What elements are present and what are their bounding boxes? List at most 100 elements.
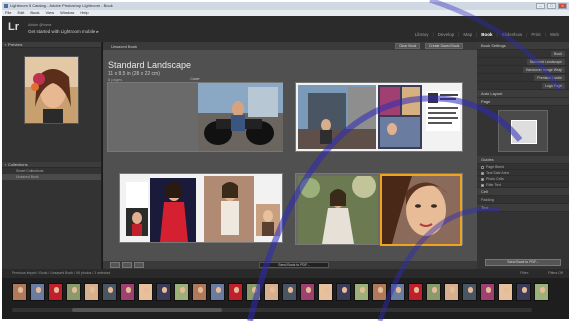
module-slideshow[interactable]: Slideshow — [502, 32, 523, 37]
scrollbar-knob[interactable] — [72, 308, 222, 312]
auto-layout-header[interactable]: Auto Layout — [477, 90, 569, 98]
send-book-to-pdf-button[interactable]: Send Book to PDF... — [485, 259, 561, 266]
filmstrip-thumbnail[interactable] — [426, 283, 441, 301]
collage-photo — [378, 85, 422, 149]
clear-book-button[interactable]: Clear Book — [395, 43, 421, 49]
create-saved-book-button[interactable]: Create Saved Book — [425, 43, 464, 49]
tri-down-icon: ▼ — [4, 43, 7, 47]
paper-select[interactable]: Premium Lustre — [534, 75, 565, 81]
page-photo[interactable] — [298, 176, 378, 244]
page-photo[interactable] — [256, 204, 280, 236]
filmstrip-thumbnail[interactable] — [300, 283, 315, 301]
filmstrip-thumbnail[interactable] — [516, 283, 531, 301]
checkbox-icon — [481, 165, 484, 169]
filmstrip-thumbnail[interactable] — [282, 283, 297, 301]
spread-view-icon[interactable] — [122, 262, 132, 268]
cover-label: Cover — [190, 77, 200, 81]
filmstrip-thumbnail[interactable] — [192, 283, 207, 301]
preview-portrait-image — [25, 57, 78, 123]
page-photo[interactable] — [298, 85, 376, 149]
page-photo[interactable] — [150, 178, 196, 242]
cell-header[interactable]: Cell — [477, 188, 569, 196]
filmstrip-thumbnail[interactable] — [498, 283, 513, 301]
filmstrip-thumbnail[interactable] — [444, 283, 459, 301]
filmstrip-thumbnail[interactable] — [354, 283, 369, 301]
book-type-select[interactable]: Book — [551, 51, 565, 57]
cover-select[interactable]: Hardcover Image Wrap — [522, 67, 565, 73]
filmstrip-thumbnail[interactable] — [174, 283, 189, 301]
filmstrip-scrollbar[interactable] — [12, 308, 532, 312]
cover-photo[interactable] — [198, 83, 283, 151]
module-web[interactable]: Web — [550, 32, 559, 37]
page-spread[interactable] — [295, 82, 463, 152]
text-page — [426, 91, 460, 131]
book-settings-header[interactable]: Book Settings — [477, 42, 569, 50]
filmstrip-thumbnail[interactable] — [408, 283, 423, 301]
page-header[interactable]: Page — [477, 98, 569, 106]
filmstrip-thumbnail[interactable] — [480, 283, 495, 301]
filmstrip-thumbnail[interactable] — [462, 283, 477, 301]
page-layout-preview[interactable] — [498, 110, 548, 152]
module-separator: | — [496, 32, 498, 37]
filmstrip-thumbnail[interactable] — [210, 283, 225, 301]
grid-view-icon[interactable] — [110, 262, 120, 268]
lightroom-window: Lightroom 5 Catalog - Adobe Photoshop Li… — [2, 2, 569, 319]
thumbnail-figure — [324, 287, 329, 293]
collections-panel: ▼ Collections Smart Collections Unsaved … — [2, 162, 101, 180]
guides-header[interactable]: Guides — [477, 156, 569, 164]
thumbnail-figure — [288, 287, 293, 293]
page-photo[interactable] — [378, 85, 422, 149]
module-develop[interactable]: Develop — [438, 32, 455, 37]
filmstrip-thumbnail[interactable] — [246, 283, 261, 301]
thumbnail-figure — [216, 287, 221, 293]
thumbnail-figure — [306, 287, 311, 293]
filmstrip-thumbnail[interactable] — [228, 283, 243, 301]
filmstrip-thumbnail[interactable] — [120, 283, 135, 301]
size-select[interactable]: Standard Landscape — [526, 59, 565, 65]
filmstrip-source-label[interactable]: Previous Import / Book / Unsaved Book / … — [12, 271, 110, 275]
module-map[interactable]: Map — [463, 32, 472, 37]
filmstrip-thumbnail[interactable] — [156, 283, 171, 301]
filmstrip-thumbnail[interactable] — [48, 283, 63, 301]
filmstrip-thumbnail[interactable] — [12, 283, 27, 301]
logo-select[interactable]: Logo Page — [542, 83, 565, 89]
filmstrip-thumbnail[interactable] — [102, 283, 117, 301]
module-separator: | — [526, 32, 528, 37]
collections-panel-header[interactable]: ▼ Collections — [2, 162, 101, 168]
window-titlebar: Lightroom 5 Catalog - Adobe Photoshop Li… — [2, 2, 569, 10]
close-button[interactable]: × — [558, 3, 567, 9]
thumbnail-figure — [540, 287, 545, 293]
filmstrip-thumbnail[interactable] — [372, 283, 387, 301]
filmstrip-thumbnail[interactable] — [534, 283, 549, 301]
collection-item[interactable]: Unsaved Book — [2, 174, 101, 180]
thumbnail-figure — [396, 287, 401, 293]
page-photo[interactable] — [126, 182, 148, 236]
filter-select[interactable]: Filters Off — [548, 269, 563, 278]
lightroom-mobile-link[interactable]: Get started with Lightroom mobile ▸ — [28, 29, 99, 35]
cover-spread[interactable]: Cover — [107, 77, 283, 152]
filmstrip-thumbnail[interactable] — [66, 283, 81, 301]
page-photo[interactable] — [204, 176, 254, 242]
page-view-icon[interactable] — [134, 262, 144, 268]
module-library[interactable]: Library — [415, 32, 429, 37]
selected-page-photo[interactable] — [380, 174, 462, 246]
send-book-bar[interactable]: Send Book to PDF... — [259, 262, 329, 268]
preview-thumbnail — [24, 56, 79, 124]
filmstrip-thumbnail[interactable] — [318, 283, 333, 301]
minimize-button[interactable]: – — [536, 3, 545, 9]
page-spread[interactable] — [119, 173, 283, 243]
filmstrip-thumbnail[interactable] — [264, 283, 279, 301]
filmstrip-thumbnail[interactable] — [30, 283, 45, 301]
module-print[interactable]: Print — [531, 32, 540, 37]
padding-label: Padding — [481, 198, 494, 202]
preview-panel-header[interactable]: ▼ Preview — [2, 42, 101, 48]
module-book[interactable]: Book — [481, 32, 492, 37]
page-spread-selected[interactable] — [295, 173, 463, 246]
filmstrip-thumbnail[interactable] — [84, 283, 99, 301]
filmstrip-thumbnail[interactable] — [336, 283, 351, 301]
filmstrip-thumbnail[interactable] — [390, 283, 405, 301]
module-separator: | — [544, 32, 546, 37]
maximize-button[interactable]: □ — [547, 3, 556, 9]
filmstrip-thumbnail[interactable] — [138, 283, 153, 301]
text-header[interactable]: Text — [477, 204, 569, 212]
